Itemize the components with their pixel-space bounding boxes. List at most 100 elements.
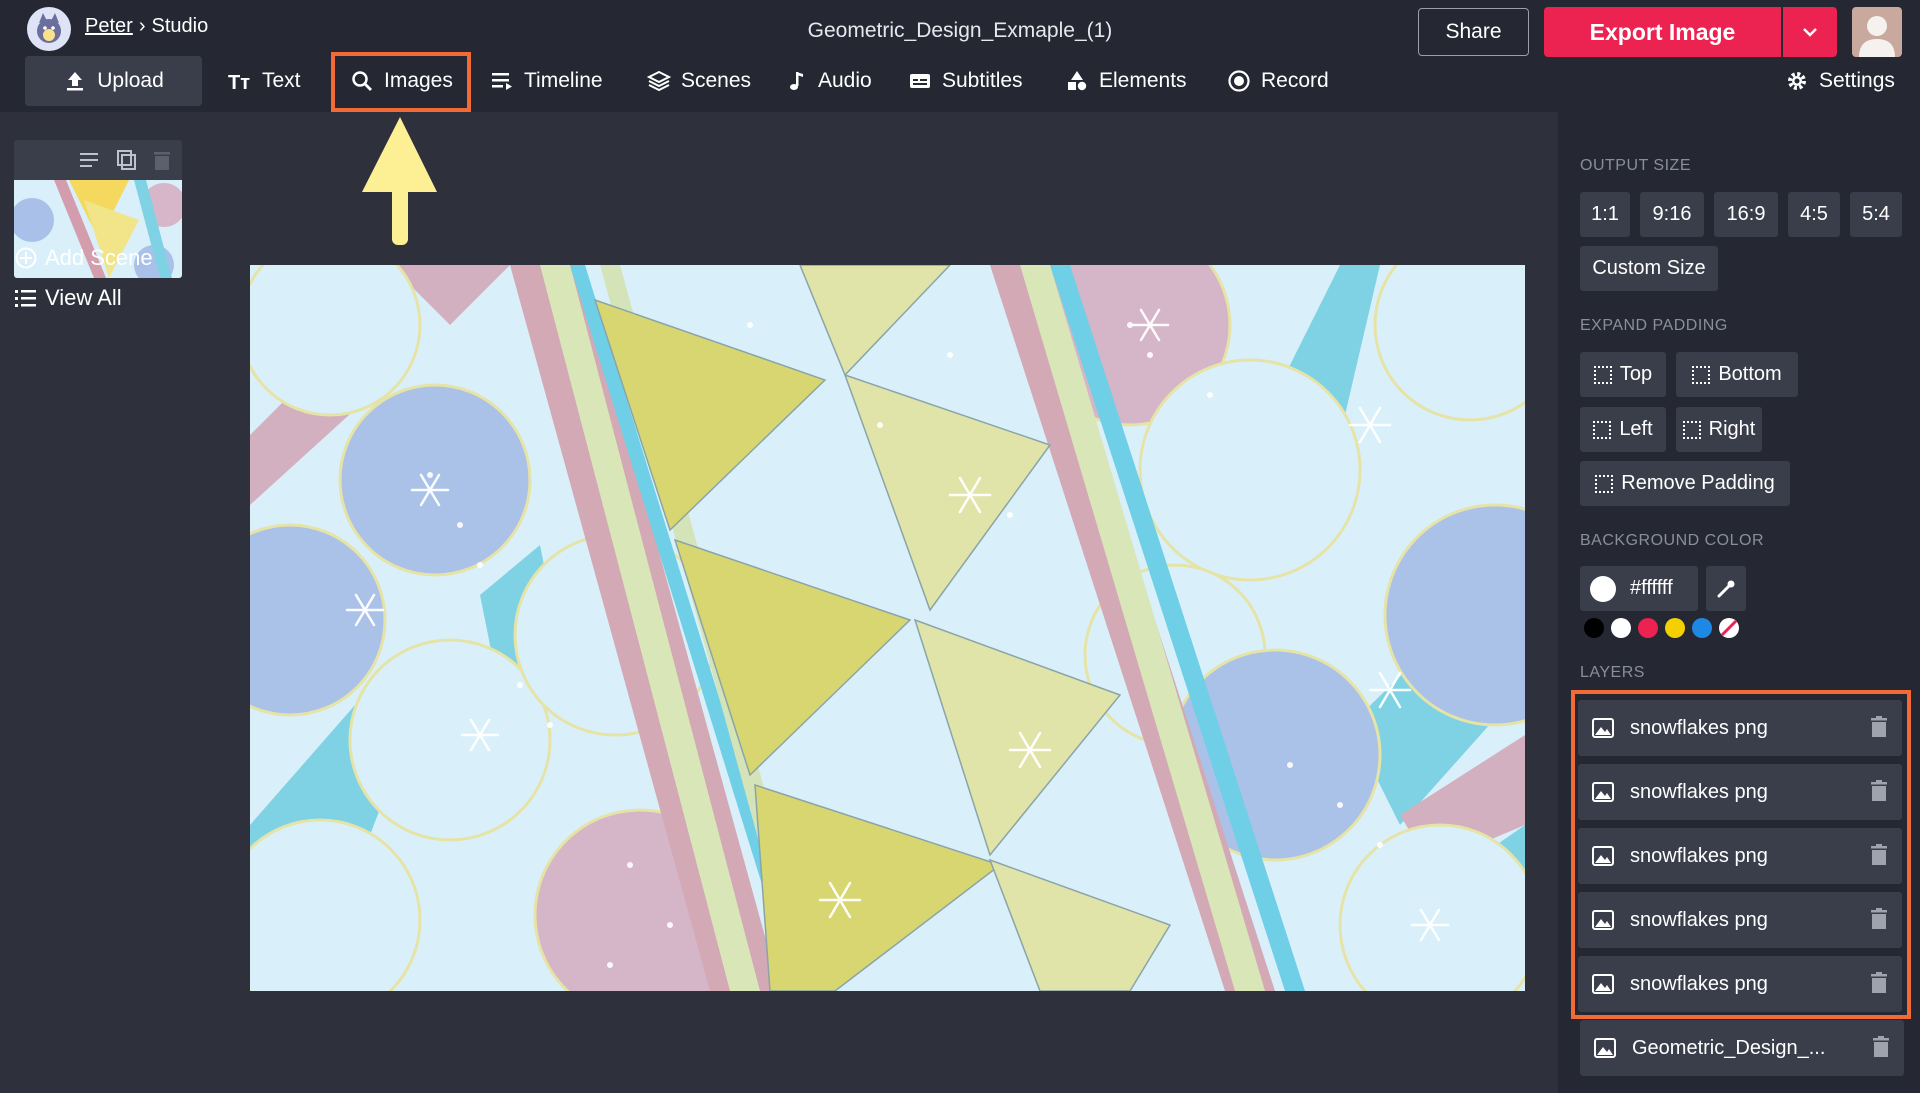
audio-tool-label: Audio [818,69,872,92]
layers-highlight [1571,690,1911,1019]
padding-right-label: Right [1708,418,1756,440]
breadcrumb-separator: › [138,15,146,37]
view-all-button[interactable]: View All [15,285,122,311]
layers-stack-icon [647,70,671,92]
no-color-icon [1720,619,1738,637]
trash-icon[interactable] [1872,1036,1890,1058]
text-tool-label: Text [262,69,301,92]
workspace-avatar[interactable] [27,7,71,51]
properties-panel: OUTPUT SIZE 1:1 9:16 16:9 4:5 5:4 Custom… [1558,112,1920,1093]
timeline-tool-label: Timeline [524,69,603,92]
layer-item[interactable]: Geometric_Design_... [1580,1020,1904,1076]
padding-left-label: Left [1619,418,1653,440]
dotted-square-icon [1595,474,1614,493]
background-color-value: #ffffff [1630,577,1673,599]
swatch-red[interactable] [1638,618,1658,638]
dotted-square-icon [1593,365,1612,384]
size-16-9-button[interactable]: 16:9 [1714,192,1778,237]
size-1-1-button[interactable]: 1:1 [1580,192,1630,237]
eyedropper-button[interactable] [1706,566,1746,611]
arrow-up-annotation-icon [362,117,437,245]
plus-circle-icon [15,247,37,269]
remove-padding-button[interactable]: Remove Padding [1580,461,1790,506]
elements-tool-button[interactable]: Elements [1065,55,1187,107]
upload-label: Upload [97,69,164,92]
add-scene-label: Add Scene [45,245,153,270]
timeline-icon [492,73,512,90]
timeline-tool-button[interactable]: Timeline [490,55,603,107]
layers-title: LAYERS [1580,664,1645,681]
background-color-title: BACKGROUND COLOR [1580,532,1765,549]
scene-menu-icon[interactable] [80,151,102,169]
size-9-16-button[interactable]: 9:16 [1640,192,1704,237]
swatch-blue[interactable] [1692,618,1712,638]
scenes-tool-button[interactable]: Scenes [647,55,751,107]
swatch-black[interactable] [1584,618,1604,638]
scenes-panel: Add Scene View All [0,112,200,1093]
shapes-icon [1068,71,1087,91]
size-5-4-button[interactable]: 5:4 [1850,192,1902,237]
design-canvas[interactable] [250,265,1525,991]
upload-button[interactable]: Upload [25,56,202,106]
background-color-field[interactable]: #ffffff [1580,566,1698,611]
geometric-design-image [250,265,1525,991]
export-image-button[interactable]: Export Image [1544,7,1781,57]
view-all-label: View All [45,285,122,310]
swatch-yellow[interactable] [1665,618,1685,638]
color-preview-dot [1590,575,1616,602]
images-tool-highlight [331,52,471,112]
top-bar: Peter › Studio Geometric_Design_Exmaple_… [0,0,1920,112]
subtitles-icon [910,74,930,88]
dotted-square-icon [1692,365,1711,384]
eyedropper-icon [1717,580,1735,597]
text-icon: Tт [228,72,250,93]
expand-padding-title: EXPAND PADDING [1580,317,1728,334]
upload-icon [67,72,84,91]
list-icon [15,290,36,307]
breadcrumb-user-link[interactable]: Peter [85,15,133,38]
output-size-title: OUTPUT SIZE [1580,157,1691,174]
padding-top-button[interactable]: Top [1580,352,1666,397]
cat-mascot-icon [37,13,61,43]
add-scene-button[interactable]: Add Scene [15,245,153,271]
padding-bottom-button[interactable]: Bottom [1676,352,1798,397]
padding-right-button[interactable]: Right [1676,407,1762,452]
breadcrumb-section: Studio [151,15,209,37]
text-tool-button[interactable]: Tт Text [228,55,301,107]
swatch-transparent[interactable] [1719,618,1739,638]
padding-left-button[interactable]: Left [1580,407,1666,452]
settings-button[interactable]: Settings [1785,55,1895,107]
breadcrumb: Peter › Studio [85,15,208,38]
svg-text:Tт: Tт [228,72,250,93]
dotted-square-icon [1682,420,1701,439]
record-tool-label: Record [1261,69,1329,92]
scene-card-actions [14,140,182,180]
record-tool-button[interactable]: Record [1227,55,1329,107]
settings-label: Settings [1819,69,1895,92]
audio-tool-button[interactable]: Audio [784,55,872,107]
duplicate-icon[interactable] [116,149,138,171]
music-note-icon [790,72,803,90]
chevron-down-icon [1803,28,1817,37]
subtitles-tool-button[interactable]: Subtitles [908,55,1023,107]
size-4-5-button[interactable]: 4:5 [1788,192,1840,237]
custom-size-button[interactable]: Custom Size [1580,246,1718,291]
swatch-white[interactable] [1611,618,1631,638]
export-dropdown-button[interactable] [1783,7,1837,57]
scenes-tool-label: Scenes [681,69,752,92]
dotted-square-icon [1593,420,1612,439]
share-button[interactable]: Share [1418,8,1529,56]
record-icon [1228,70,1250,92]
remove-padding-label: Remove Padding [1621,472,1775,494]
user-avatar[interactable] [1852,7,1902,57]
padding-bottom-label: Bottom [1718,363,1782,385]
gear-icon [1788,72,1806,90]
padding-top-label: Top [1619,363,1653,385]
user-silhouette-icon [1859,16,1895,57]
project-file-name[interactable]: Geometric_Design_Exmaple_(1) [750,19,1170,43]
elements-tool-label: Elements [1099,69,1187,92]
subtitles-tool-label: Subtitles [942,69,1023,92]
trash-icon[interactable] [152,149,172,171]
main-toolbar: Upload Tт Text Images Timeline Scenes Au… [0,55,1920,111]
layer-name: Geometric_Design_... [1632,1036,1826,1059]
